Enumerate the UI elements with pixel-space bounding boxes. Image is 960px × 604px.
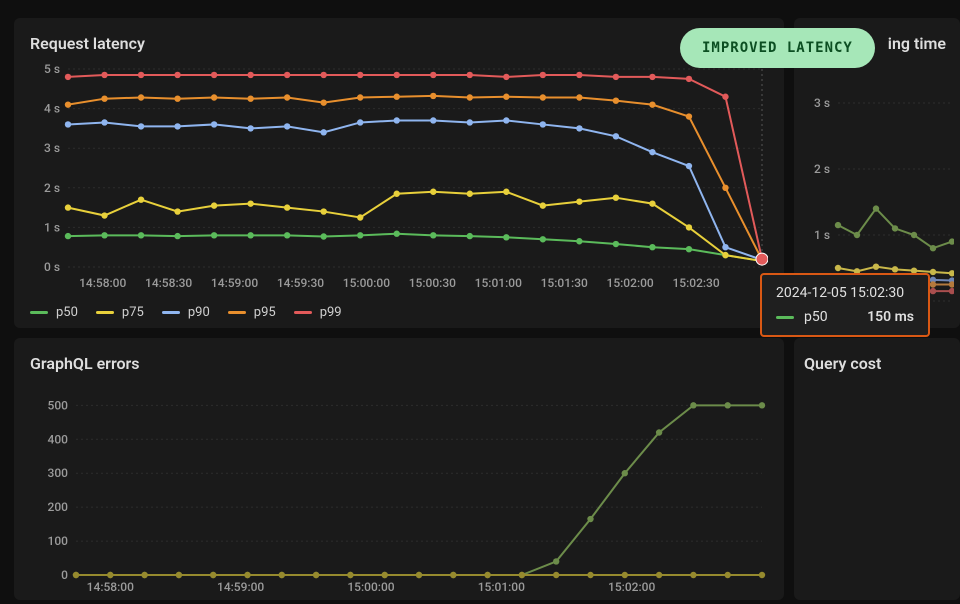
svg-text:15:02:00: 15:02:00 bbox=[607, 276, 654, 290]
svg-text:3 s: 3 s bbox=[814, 97, 830, 110]
svg-text:15:00:00: 15:00:00 bbox=[343, 276, 390, 290]
tooltip-value: 150 ms bbox=[867, 309, 914, 325]
svg-text:15:01:00: 15:01:00 bbox=[478, 580, 525, 594]
svg-text:15:00:30: 15:00:30 bbox=[409, 276, 456, 290]
chart-request-latency[interactable]: 0 s 1 s 2 s 3 s 4 s 5 s 14:58:00 14:58:30 14:59:… bbox=[30, 63, 768, 293]
legend-swatch bbox=[294, 311, 312, 314]
svg-text:5 s: 5 s bbox=[44, 63, 60, 76]
svg-text:2 s: 2 s bbox=[814, 162, 830, 176]
legend-label: p75 bbox=[122, 305, 144, 320]
svg-text:1 s: 1 s bbox=[814, 228, 830, 242]
panel-title-latency: Request latency bbox=[30, 34, 768, 53]
tooltip-date: 2024-12-05 15:02:30 bbox=[776, 285, 914, 301]
legend-label: p90 bbox=[188, 305, 210, 320]
svg-text:500: 500 bbox=[48, 398, 69, 412]
svg-text:1 s: 1 s bbox=[44, 220, 60, 234]
svg-text:14:58:30: 14:58:30 bbox=[145, 276, 192, 290]
legend-item-p99[interactable]: p99 bbox=[294, 305, 342, 320]
svg-text:14:59:00: 14:59:00 bbox=[211, 276, 258, 290]
chart-graphql-errors[interactable]: 0 100 200 300 400 500 14:58:00 14:59:00 15:00:00… bbox=[30, 379, 768, 597]
svg-text:100: 100 bbox=[48, 534, 69, 548]
legend-swatch bbox=[162, 311, 180, 314]
legend-label: p50 bbox=[56, 305, 78, 320]
legend-item-p90[interactable]: p90 bbox=[162, 305, 210, 320]
tooltip-latency: 2024-12-05 15:02:30 p50 150 ms bbox=[760, 273, 930, 337]
svg-text:2 s: 2 s bbox=[44, 181, 60, 195]
panel-graphql-errors: GraphQL errors 0 100 200 300 400 500 14:58:00 1… bbox=[14, 338, 784, 600]
legend-swatch bbox=[96, 311, 114, 314]
svg-text:14:58:00: 14:58:00 bbox=[87, 580, 134, 594]
svg-text:400: 400 bbox=[48, 432, 69, 446]
svg-text:300: 300 bbox=[48, 466, 69, 480]
badge-improved-latency: IMPROVED LATENCY bbox=[680, 28, 875, 68]
legend-item-p75[interactable]: p75 bbox=[96, 305, 144, 320]
tooltip-swatch bbox=[776, 316, 794, 319]
svg-text:15:00:00: 15:00:00 bbox=[347, 580, 394, 594]
svg-text:15:01:30: 15:01:30 bbox=[541, 276, 588, 290]
svg-text:3 s: 3 s bbox=[44, 141, 60, 155]
svg-text:14:59:00: 14:59:00 bbox=[217, 580, 264, 594]
legend-swatch bbox=[228, 311, 246, 314]
legend-label: p99 bbox=[320, 305, 342, 320]
panel-title-errors: GraphQL errors bbox=[30, 354, 768, 373]
legend-item-p50[interactable]: p50 bbox=[30, 305, 78, 320]
legend-label: p95 bbox=[254, 305, 276, 320]
svg-text:0: 0 bbox=[61, 568, 68, 582]
legend-latency: p50 p75 p90 p95 p99 bbox=[30, 305, 342, 320]
svg-text:15:02:00: 15:02:00 bbox=[608, 580, 655, 594]
svg-text:0 s: 0 s bbox=[44, 260, 60, 274]
legend-swatch bbox=[30, 311, 48, 314]
svg-text:14:59:30: 14:59:30 bbox=[277, 276, 324, 290]
svg-text:15:02:30: 15:02:30 bbox=[672, 276, 719, 290]
panel-query-cost: Query cost bbox=[794, 338, 960, 600]
svg-text:4 s: 4 s bbox=[44, 102, 60, 116]
svg-text:15:01:00: 15:01:00 bbox=[475, 276, 522, 290]
tooltip-series: p50 bbox=[804, 309, 828, 325]
legend-item-p95[interactable]: p95 bbox=[228, 305, 276, 320]
svg-text:200: 200 bbox=[48, 500, 69, 514]
panel-request-latency: Request latency 0 s 1 s 2 s 3 s 4 s 5 s 14:58:… bbox=[14, 18, 784, 328]
panel-title-querycost: Query cost bbox=[804, 354, 950, 373]
svg-text:14:58:00: 14:58:00 bbox=[79, 276, 126, 290]
